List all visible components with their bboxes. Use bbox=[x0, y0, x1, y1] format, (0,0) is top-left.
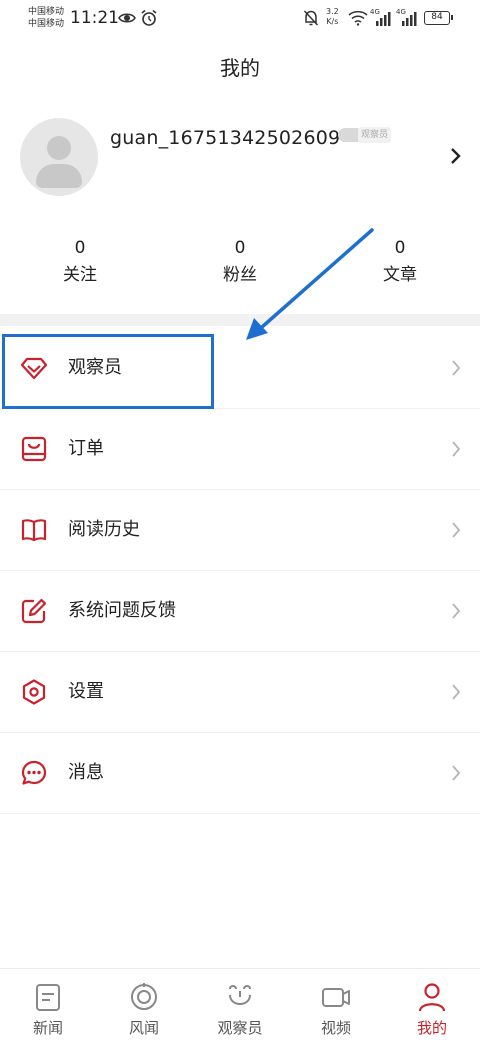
chevron-right-icon bbox=[452, 765, 461, 781]
order-bag-icon bbox=[21, 436, 47, 462]
stat-articles-count: 0 bbox=[394, 238, 406, 258]
bell-off-icon bbox=[303, 10, 319, 26]
tab-video[interactable]: 视频 bbox=[288, 969, 384, 1040]
book-icon bbox=[21, 519, 47, 542]
wifi-icon bbox=[348, 10, 368, 26]
menu-item-label: 消息 bbox=[68, 762, 104, 783]
stat-articles-label: 文章 bbox=[383, 265, 417, 285]
tab-label: 视频 bbox=[320, 1019, 351, 1037]
signal-icon: 4G bbox=[370, 8, 391, 26]
network-speed-unit: K/s bbox=[326, 17, 339, 26]
news-icon bbox=[36, 984, 60, 1011]
stat-following-label: 关注 bbox=[63, 265, 97, 285]
battery-icon: 84 bbox=[424, 11, 453, 25]
network-speed: 3.2 K/s bbox=[326, 7, 339, 27]
signal-2-type: 4G bbox=[396, 8, 406, 16]
avatar-placeholder-icon bbox=[47, 136, 71, 160]
stat-following-count: 0 bbox=[74, 238, 86, 258]
section-divider bbox=[0, 314, 480, 326]
tab-label: 我的 bbox=[416, 1019, 447, 1037]
bottom-navigation: 新闻 风闻 观察员 视频 我的 bbox=[0, 968, 480, 1040]
menu-item-feedback[interactable]: 系统问题反馈 bbox=[0, 571, 480, 652]
menu-item-label: 阅读历史 bbox=[68, 519, 140, 540]
stat-followers-label: 粉丝 bbox=[223, 265, 257, 285]
person-icon bbox=[418, 983, 446, 1012]
avatar[interactable] bbox=[20, 118, 98, 196]
chevron-right-icon bbox=[452, 360, 461, 376]
observer-badge: 观察员 bbox=[338, 127, 392, 143]
chevron-right-icon bbox=[452, 522, 461, 538]
stat-followers-count: 0 bbox=[234, 238, 246, 258]
annotation-highlight-box bbox=[2, 334, 214, 409]
eye-icon bbox=[118, 13, 136, 23]
status-time: 11:21 bbox=[70, 8, 119, 28]
tab-mine[interactable]: 我的 bbox=[384, 969, 480, 1040]
carrier-1: 中国移动 bbox=[28, 7, 65, 17]
stat-articles[interactable]: 0 文章 bbox=[340, 236, 460, 290]
status-bar: 中国移动 中国移动 11:21 3.2 K/s 4G 4G 84 bbox=[0, 0, 480, 36]
tab-news[interactable]: 新闻 bbox=[0, 969, 96, 1040]
signal-icon: 4G bbox=[396, 8, 417, 26]
stat-followers[interactable]: 0 粉丝 bbox=[180, 236, 300, 290]
menu-item-label: 系统问题反馈 bbox=[68, 600, 176, 621]
carrier-2: 中国移动 bbox=[28, 19, 65, 29]
menu-item-messages[interactable]: 消息 bbox=[0, 733, 480, 814]
chevron-right-icon bbox=[452, 684, 461, 700]
observer-badge-label: 观察员 bbox=[358, 127, 392, 143]
tab-label: 新闻 bbox=[32, 1019, 63, 1037]
chevron-right-icon bbox=[452, 603, 461, 619]
settings-hexagon-icon bbox=[22, 679, 46, 705]
page-title: 我的 bbox=[220, 56, 260, 80]
alarm-icon bbox=[141, 9, 157, 26]
chevron-right-icon bbox=[452, 441, 461, 457]
menu-item-orders[interactable]: 订单 bbox=[0, 409, 480, 490]
signal-1-type: 4G bbox=[370, 8, 380, 16]
video-camera-icon bbox=[322, 988, 350, 1007]
target-icon bbox=[131, 983, 157, 1010]
chevron-right-icon[interactable] bbox=[449, 146, 463, 166]
menu-item-reading-history[interactable]: 阅读历史 bbox=[0, 490, 480, 571]
tab-fengwen[interactable]: 风闻 bbox=[96, 969, 192, 1040]
carrier-labels: 中国移动 中国移动 bbox=[28, 6, 64, 30]
network-speed-value: 3.2 bbox=[326, 7, 339, 16]
tab-label: 观察员 bbox=[217, 1019, 263, 1037]
observer-face-icon bbox=[229, 985, 251, 1005]
username: guan_16751342502609 bbox=[110, 127, 341, 149]
avatar-placeholder-body bbox=[36, 164, 82, 188]
menu-item-label: 订单 bbox=[68, 438, 104, 459]
tab-label: 风闻 bbox=[128, 1019, 159, 1037]
menu-item-label: 设置 bbox=[68, 681, 104, 702]
edit-icon bbox=[21, 598, 47, 624]
tab-observer[interactable]: 观察员 bbox=[192, 969, 288, 1040]
menu-item-settings[interactable]: 设置 bbox=[0, 652, 480, 733]
message-bubble-icon bbox=[21, 760, 47, 785]
stat-following[interactable]: 0 关注 bbox=[20, 236, 140, 290]
